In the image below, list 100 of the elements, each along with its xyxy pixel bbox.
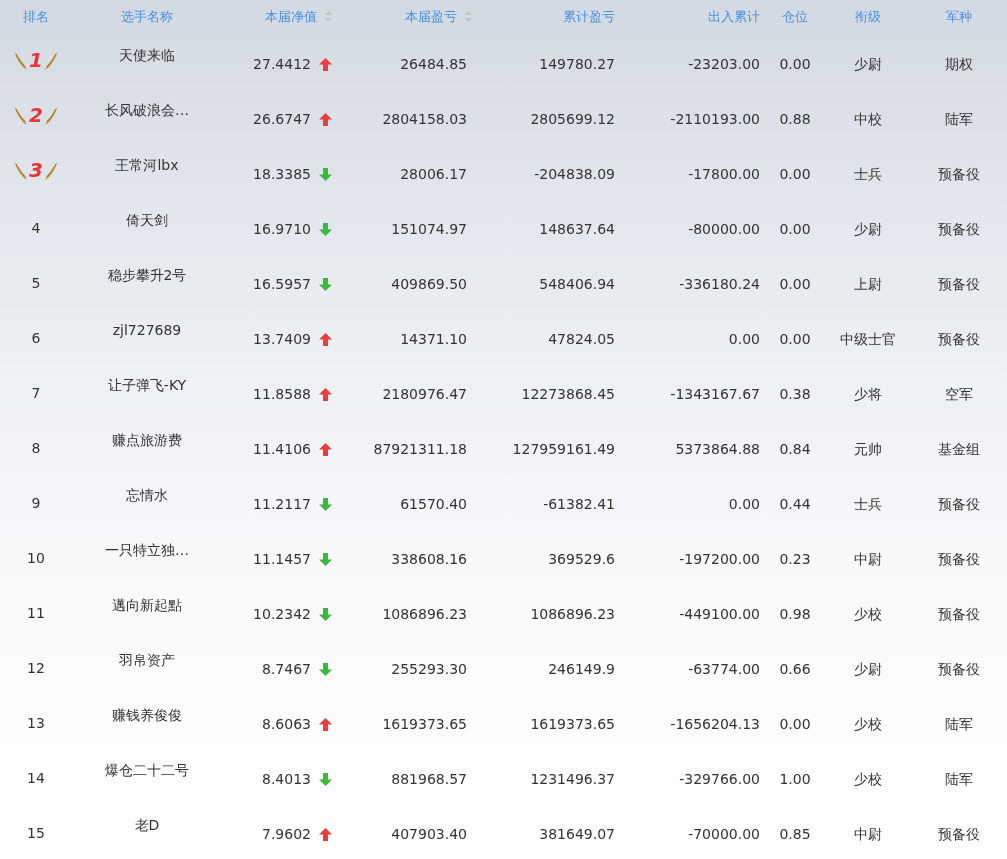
period-profit: 1086896.23 <box>382 605 467 624</box>
player-name: 一只特立独… <box>105 541 189 560</box>
military-rank: 上尉 <box>854 275 882 294</box>
period-profit: 255293.30 <box>391 660 467 679</box>
net-flow: -70000.00 <box>688 825 760 844</box>
rank-medal: 2 <box>13 102 59 127</box>
total-profit: 1619373.65 <box>530 715 615 734</box>
player-name: 忘情水 <box>126 486 168 505</box>
position-ratio: 1.00 <box>779 770 811 789</box>
rank-number: 8 <box>31 439 41 458</box>
column-header: 累计盈亏 <box>563 7 615 26</box>
net-value: 11.4106 <box>253 440 311 459</box>
military-rank: 少将 <box>854 385 882 404</box>
player-name: 赚点旅游费 <box>112 431 182 450</box>
column-header: 选手名称 <box>121 7 173 26</box>
total-profit: -61382.41 <box>543 495 615 514</box>
rank-number: 12 <box>27 659 45 678</box>
player-name: 赚钱养俊俊 <box>112 706 182 725</box>
player-name: 王常河lbx <box>115 156 179 175</box>
column-header[interactable]: 本届盈亏 <box>405 6 472 27</box>
net-value: 8.6063 <box>262 715 311 734</box>
position-ratio: 0.23 <box>779 550 811 569</box>
player-name: 邁向新起點 <box>112 596 182 615</box>
military-rank: 少校 <box>854 715 882 734</box>
period-profit: 2804158.03 <box>382 110 467 129</box>
military-rank: 中校 <box>854 110 882 129</box>
position-ratio: 0.00 <box>779 55 811 74</box>
period-profit: 14371.10 <box>400 330 467 349</box>
net-flow: 0.00 <box>728 495 760 514</box>
net-flow: -197200.00 <box>679 550 760 569</box>
column-header: 军种 <box>946 7 972 26</box>
net-value: 8.7467 <box>262 660 311 679</box>
service-branch: 预备役 <box>938 165 980 184</box>
service-branch: 预备役 <box>938 660 980 679</box>
sort-icon[interactable] <box>465 11 472 22</box>
service-branch: 期权 <box>945 55 973 74</box>
total-profit: 381649.07 <box>539 825 615 844</box>
column-header[interactable]: 本届净值 <box>265 6 332 27</box>
rank-number: 5 <box>31 274 41 293</box>
player-name: 爆仓二十二号 <box>105 761 189 780</box>
net-flow: -63774.00 <box>688 660 760 679</box>
net-value: 16.5957 <box>253 275 311 294</box>
net-flow: -329766.00 <box>679 770 760 789</box>
service-branch: 预备役 <box>938 550 980 569</box>
period-profit: 338608.16 <box>391 550 467 569</box>
military-rank: 少校 <box>854 770 882 789</box>
net-flow: 5373864.88 <box>675 440 760 459</box>
net-value: 10.2342 <box>253 605 311 624</box>
total-profit: 548406.94 <box>539 275 615 294</box>
total-profit: 127959161.49 <box>512 440 615 459</box>
total-profit: 2805699.12 <box>530 110 615 129</box>
military-rank: 少尉 <box>854 55 882 74</box>
service-branch: 空军 <box>945 385 973 404</box>
net-value: 11.8588 <box>253 385 311 404</box>
net-value: 16.9710 <box>253 220 311 239</box>
net-value: 8.4013 <box>262 770 311 789</box>
player-name: 老D <box>134 816 160 835</box>
service-branch: 预备役 <box>938 605 980 624</box>
position-ratio: 0.44 <box>779 495 811 514</box>
net-value: 7.9602 <box>262 825 311 844</box>
rank-medal: 3 <box>13 157 59 182</box>
period-profit: 87921311.18 <box>373 440 467 459</box>
net-value: 11.1457 <box>253 550 311 569</box>
position-ratio: 0.66 <box>779 660 811 679</box>
rank-number: 4 <box>31 219 41 238</box>
military-rank: 少校 <box>854 605 882 624</box>
net-flow: -449100.00 <box>679 605 760 624</box>
period-profit: 2180976.47 <box>382 385 467 404</box>
service-branch: 预备役 <box>938 275 980 294</box>
net-value: 13.7409 <box>253 330 311 349</box>
service-branch: 预备役 <box>938 330 980 349</box>
rank-number: 15 <box>27 824 45 843</box>
total-profit: 369529.6 <box>548 550 615 569</box>
period-profit: 151074.97 <box>391 220 467 239</box>
rank-number: 7 <box>31 384 41 403</box>
position-ratio: 0.84 <box>779 440 811 459</box>
column-header: 排名 <box>23 7 49 26</box>
sort-icon[interactable] <box>325 11 332 22</box>
service-branch: 陆军 <box>945 715 973 734</box>
rank-number: 9 <box>31 494 41 513</box>
position-ratio: 0.00 <box>779 715 811 734</box>
position-ratio: 0.00 <box>779 220 811 239</box>
period-profit: 407903.40 <box>391 825 467 844</box>
period-profit: 1619373.65 <box>382 715 467 734</box>
net-flow: -80000.00 <box>688 220 760 239</box>
net-value: 26.6747 <box>253 110 311 129</box>
player-name: 倚天剑 <box>126 211 168 230</box>
total-profit: 1086896.23 <box>530 605 615 624</box>
military-rank: 少尉 <box>854 220 882 239</box>
column-header: 仓位 <box>782 7 808 26</box>
net-flow: -1343167.67 <box>670 385 760 404</box>
position-ratio: 0.38 <box>779 385 811 404</box>
total-profit: 47824.05 <box>548 330 615 349</box>
military-rank: 中尉 <box>854 550 882 569</box>
period-profit: 26484.85 <box>400 55 467 74</box>
period-profit: 881968.57 <box>391 770 467 789</box>
net-flow: -1656204.13 <box>670 715 760 734</box>
military-rank: 中尉 <box>854 825 882 844</box>
service-branch: 陆军 <box>945 770 973 789</box>
rank-number: 13 <box>27 714 45 733</box>
